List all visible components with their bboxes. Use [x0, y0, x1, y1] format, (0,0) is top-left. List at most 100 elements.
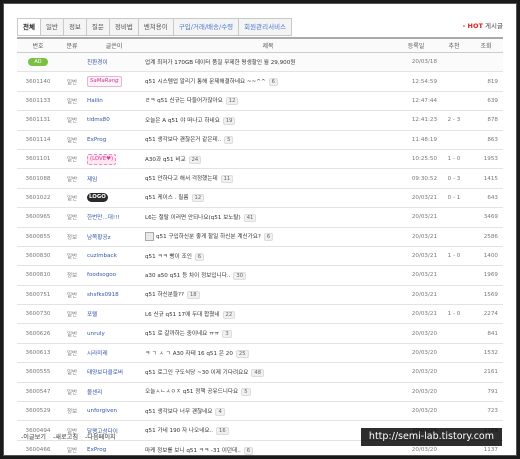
- notice-author[interactable]: 친환경이: [85, 52, 143, 73]
- post-title-cell[interactable]: q51 구입하신분 좋게 할일 하신분 계신가요? 6: [143, 227, 393, 247]
- post-title-cell[interactable]: L6 신규 q51 17에 두대 합쳤네 22: [143, 304, 393, 325]
- tab-0[interactable]: 전체: [17, 18, 40, 36]
- post-title-cell[interactable]: q51 시스템업 알리기 통해 문제해결하네요 ~~^^ 6: [143, 71, 393, 92]
- table-row[interactable]: 3600626 일반 unruly q51 로 갈까하는 중이네요 ㅠㅠ 3 20…: [17, 323, 503, 344]
- table-row[interactable]: 3600965 일반 한번만...대!!! L6는 절탈 이러면 안되나요(q5…: [17, 207, 503, 228]
- post-author[interactable]: 포텔: [85, 304, 143, 325]
- table-row[interactable]: 3600547 일반 볼센리 오늘ㅅㄴㅅㅇㅈ q51 정책 공유드니다요 5 20…: [17, 382, 503, 403]
- post-author[interactable]: 시라미레: [85, 343, 143, 364]
- post-title-cell[interactable]: ㅋ ㄱ ㅅ ㄱ A30 자테 16 q51 은 20 25: [143, 343, 393, 364]
- post-title-cell[interactable]: A30과 q51 비교 24: [143, 149, 393, 170]
- table-row[interactable]: 3601140 일반 SaMaRang q51 시스템업 알리기 통해 문제해결…: [17, 71, 503, 92]
- post-author[interactable]: Hallin: [85, 91, 143, 112]
- post-title-cell[interactable]: a30 a50 q51 등 차이 정보입니다.. 30: [143, 265, 393, 286]
- notice-row[interactable]: AD 친환경이 업계 최저가 170GB 데이터 품질 무제한 평생할인 월 2…: [17, 52, 503, 73]
- post-author[interactable]: 남쪽황공z: [85, 227, 143, 247]
- hot-posts-link[interactable]: - HOT 게시글: [463, 20, 503, 30]
- post-title[interactable]: q51 생각보다 괜찮은거 같은데..: [145, 137, 221, 143]
- post-title-cell[interactable]: q51 하신분들?? 18: [143, 285, 393, 306]
- table-row[interactable]: 3601088 일반 제임 q51 안하다고 해서 걱정했는데 11 09:30:…: [17, 168, 503, 189]
- post-author[interactable]: ExProg: [85, 440, 143, 455]
- post-date: 20/03/21: [393, 285, 439, 306]
- tab-5[interactable]: 벤쳐용이: [137, 18, 173, 36]
- table-row[interactable]: 3601022 일반 LOGO q51 케이스 . 필름 12 20/03/21 …: [17, 188, 503, 209]
- post-title[interactable]: q51 로 갈까하는 중이네요 ㅠㅠ: [145, 331, 219, 337]
- post-title-cell[interactable]: q51 가네 190 자 나오네요.. 16: [143, 420, 393, 441]
- post-author[interactable]: unruly: [85, 323, 143, 344]
- post-title-cell[interactable]: q51 로 갈까하는 중이네요 ㅠㅠ 3: [143, 323, 393, 344]
- post-title-cell[interactable]: 오늘ㅅㄴㅅㅇㅈ q51 정책 공유드니다요 5: [143, 382, 393, 403]
- table-row[interactable]: 3601101 일반 (LOVE♥) A30과 q51 비교 24 10:25:5…: [17, 149, 503, 170]
- post-author[interactable]: unforgiven: [85, 401, 143, 422]
- post-title-cell[interactable]: q51 생각보다 너무 괜찮네요 4: [143, 401, 393, 422]
- tab-7[interactable]: 회원관리서비스: [238, 18, 293, 36]
- bottom-link-2[interactable]: -다음페이지: [85, 434, 116, 441]
- post-title[interactable]: 오늘ㅅㄴㅅㅇㅈ q51 정책 공유드니다요: [145, 389, 238, 395]
- author-name: 제임: [87, 176, 98, 183]
- post-title[interactable]: q51 가네 190 자 나오네요..: [145, 428, 213, 434]
- post-author[interactable]: LOGO: [85, 188, 143, 209]
- table-row[interactable]: 3601133 일반 Hallin ㄹㅋ q51 신규는 다들어가잖아요 12 1…: [17, 91, 503, 112]
- post-title[interactable]: 마케 정보를 보니 q51 ㅋㅋ -31 이던데..: [145, 448, 241, 454]
- post-title[interactable]: q51 생각보다 너무 괜찮네요: [145, 409, 212, 415]
- post-title[interactable]: 오늘은 A q51 야 떠나고 하네요: [145, 118, 220, 124]
- post-title[interactable]: q51 안하다고 해서 걱정했는데: [145, 176, 218, 182]
- bottom-link-1[interactable]: -새로고침: [53, 434, 78, 441]
- post-author[interactable]: 한번만...대!!!: [85, 207, 143, 228]
- post-title[interactable]: q51 케이스 . 필름: [145, 195, 189, 201]
- post-author[interactable]: ExProg: [85, 130, 143, 150]
- post-views: 723: [469, 401, 503, 422]
- post-list-table: 번호 분류 글쓴이 제목 등록일 추천 조회 AD 친환경이 업계 최저가 17…: [17, 37, 503, 455]
- notice-recommend: [439, 52, 469, 73]
- post-title[interactable]: ㅋ ㄱ ㅅ ㄱ A30 자테 16 q51 은 20: [145, 351, 233, 357]
- post-title-cell[interactable]: q51 케이스 . 필름 12: [143, 188, 393, 209]
- table-row[interactable]: 3600830 일반 cuzlmback q51 ㅋㅋ 빵이 조인 6 20/03…: [17, 246, 503, 267]
- post-date: 12:54:59: [393, 71, 439, 92]
- post-title-cell[interactable]: q51 안하다고 해서 걱정했는데 11: [143, 168, 393, 189]
- post-title-cell[interactable]: q51 로그인 구도식당 ~30 이제 기다려요요 48: [143, 362, 393, 383]
- post-author[interactable]: foodsogoo: [85, 265, 143, 286]
- tab-1[interactable]: 일반: [39, 18, 63, 36]
- post-category: 일반: [59, 323, 85, 344]
- post-author[interactable]: SaMaRang: [85, 71, 143, 92]
- post-title[interactable]: A30과 q51 비교: [145, 157, 186, 163]
- post-title[interactable]: q51 ㅋㅋ 빵이 조인: [145, 254, 192, 260]
- bottom-link-0[interactable]: -이글보기: [21, 434, 46, 441]
- post-title-cell[interactable]: q51 ㅋㅋ 빵이 조인 6: [143, 246, 393, 267]
- post-title[interactable]: q51 로그인 구도식당 ~30 이제 기다려요요: [145, 370, 248, 376]
- table-row[interactable]: 3600613 일반 시라미레 ㅋ ㄱ ㅅ ㄱ A30 자테 16 q51 은 …: [17, 343, 503, 364]
- post-title[interactable]: q51 시스템업 알리기 통해 문제해결하네요 ~~^^: [145, 79, 266, 85]
- post-author[interactable]: cuzlmback: [85, 246, 143, 267]
- comment-count: 11: [220, 175, 234, 184]
- post-title-cell[interactable]: 오늘은 A q51 야 떠나고 하네요 19: [143, 110, 393, 131]
- notice-title[interactable]: 업계 최저가 170GB 데이터 품질 무제한 평생할인 월 29,900원: [143, 52, 393, 73]
- table-row[interactable]: 3601114 일반 ExProg q51 생각보다 괜찮은거 같은데.. 5 1…: [17, 130, 503, 150]
- tab-2[interactable]: 정보: [62, 18, 86, 36]
- tab-4[interactable]: 정비법: [108, 18, 138, 36]
- post-title-cell[interactable]: q51 생각보다 괜찮은거 같은데.. 5: [143, 130, 393, 150]
- table-row[interactable]: 3600555 일반 태양보다클로버 q51 로그인 구도식당 ~30 이제 기…: [17, 362, 503, 383]
- post-author[interactable]: (LOVE♥): [85, 149, 143, 170]
- tab-3[interactable]: 질문: [85, 18, 109, 36]
- post-title[interactable]: q51 하신분들??: [145, 292, 184, 298]
- table-row[interactable]: 3600730 일반 포텔 L6 신규 q51 17에 두대 합쳤네 22 20/…: [17, 304, 503, 325]
- table-row[interactable]: 3600751 일반 shsfks0918 q51 하신분들?? 18 20/03…: [17, 285, 503, 306]
- table-row[interactable]: 3600529 정보 unforgiven q51 생각보다 너무 괜찮네요 4 …: [17, 401, 503, 422]
- table-row[interactable]: 3600810 정보 foodsogoo a30 a50 q51 등 차이 정보…: [17, 265, 503, 286]
- post-author[interactable]: shsfks0918: [85, 285, 143, 306]
- post-author[interactable]: tidms80: [85, 110, 143, 131]
- tab-6[interactable]: 구입/거래/배송/수령: [172, 18, 239, 36]
- post-title[interactable]: ㄹㅋ q51 신규는 다들어가잖아요: [145, 98, 223, 104]
- table-row[interactable]: 3601131 일반 tidms80 오늘은 A q51 야 떠나고 하네요 19…: [17, 110, 503, 131]
- post-author[interactable]: 제임: [85, 168, 143, 189]
- post-title-cell[interactable]: L6는 절탈 이러면 안되나요(q51 보노탈) 41: [143, 207, 393, 228]
- post-title-cell[interactable]: ㄹㅋ q51 신규는 다들어가잖아요 12: [143, 91, 393, 112]
- post-author[interactable]: 태양보다클로버: [85, 362, 143, 383]
- post-title-cell[interactable]: 마케 정보를 보니 q51 ㅋㅋ -31 이던데.. 6: [143, 440, 393, 455]
- post-title[interactable]: q51 구입하신분 좋게 할일 하신분 계신가요?: [156, 234, 261, 240]
- post-title[interactable]: a30 a50 q51 등 차이 정보입니다..: [145, 273, 230, 279]
- post-author[interactable]: 볼센리: [85, 382, 143, 403]
- post-title[interactable]: L6 신규 q51 17에 두대 합쳤네: [145, 312, 220, 318]
- table-row[interactable]: 3600855 정보 남쪽황공z q51 구입하신분 좋게 할일 하신분 계신가…: [17, 227, 503, 247]
- post-title[interactable]: L6는 절탈 이러면 안되나요(q51 보노탈): [145, 215, 241, 221]
